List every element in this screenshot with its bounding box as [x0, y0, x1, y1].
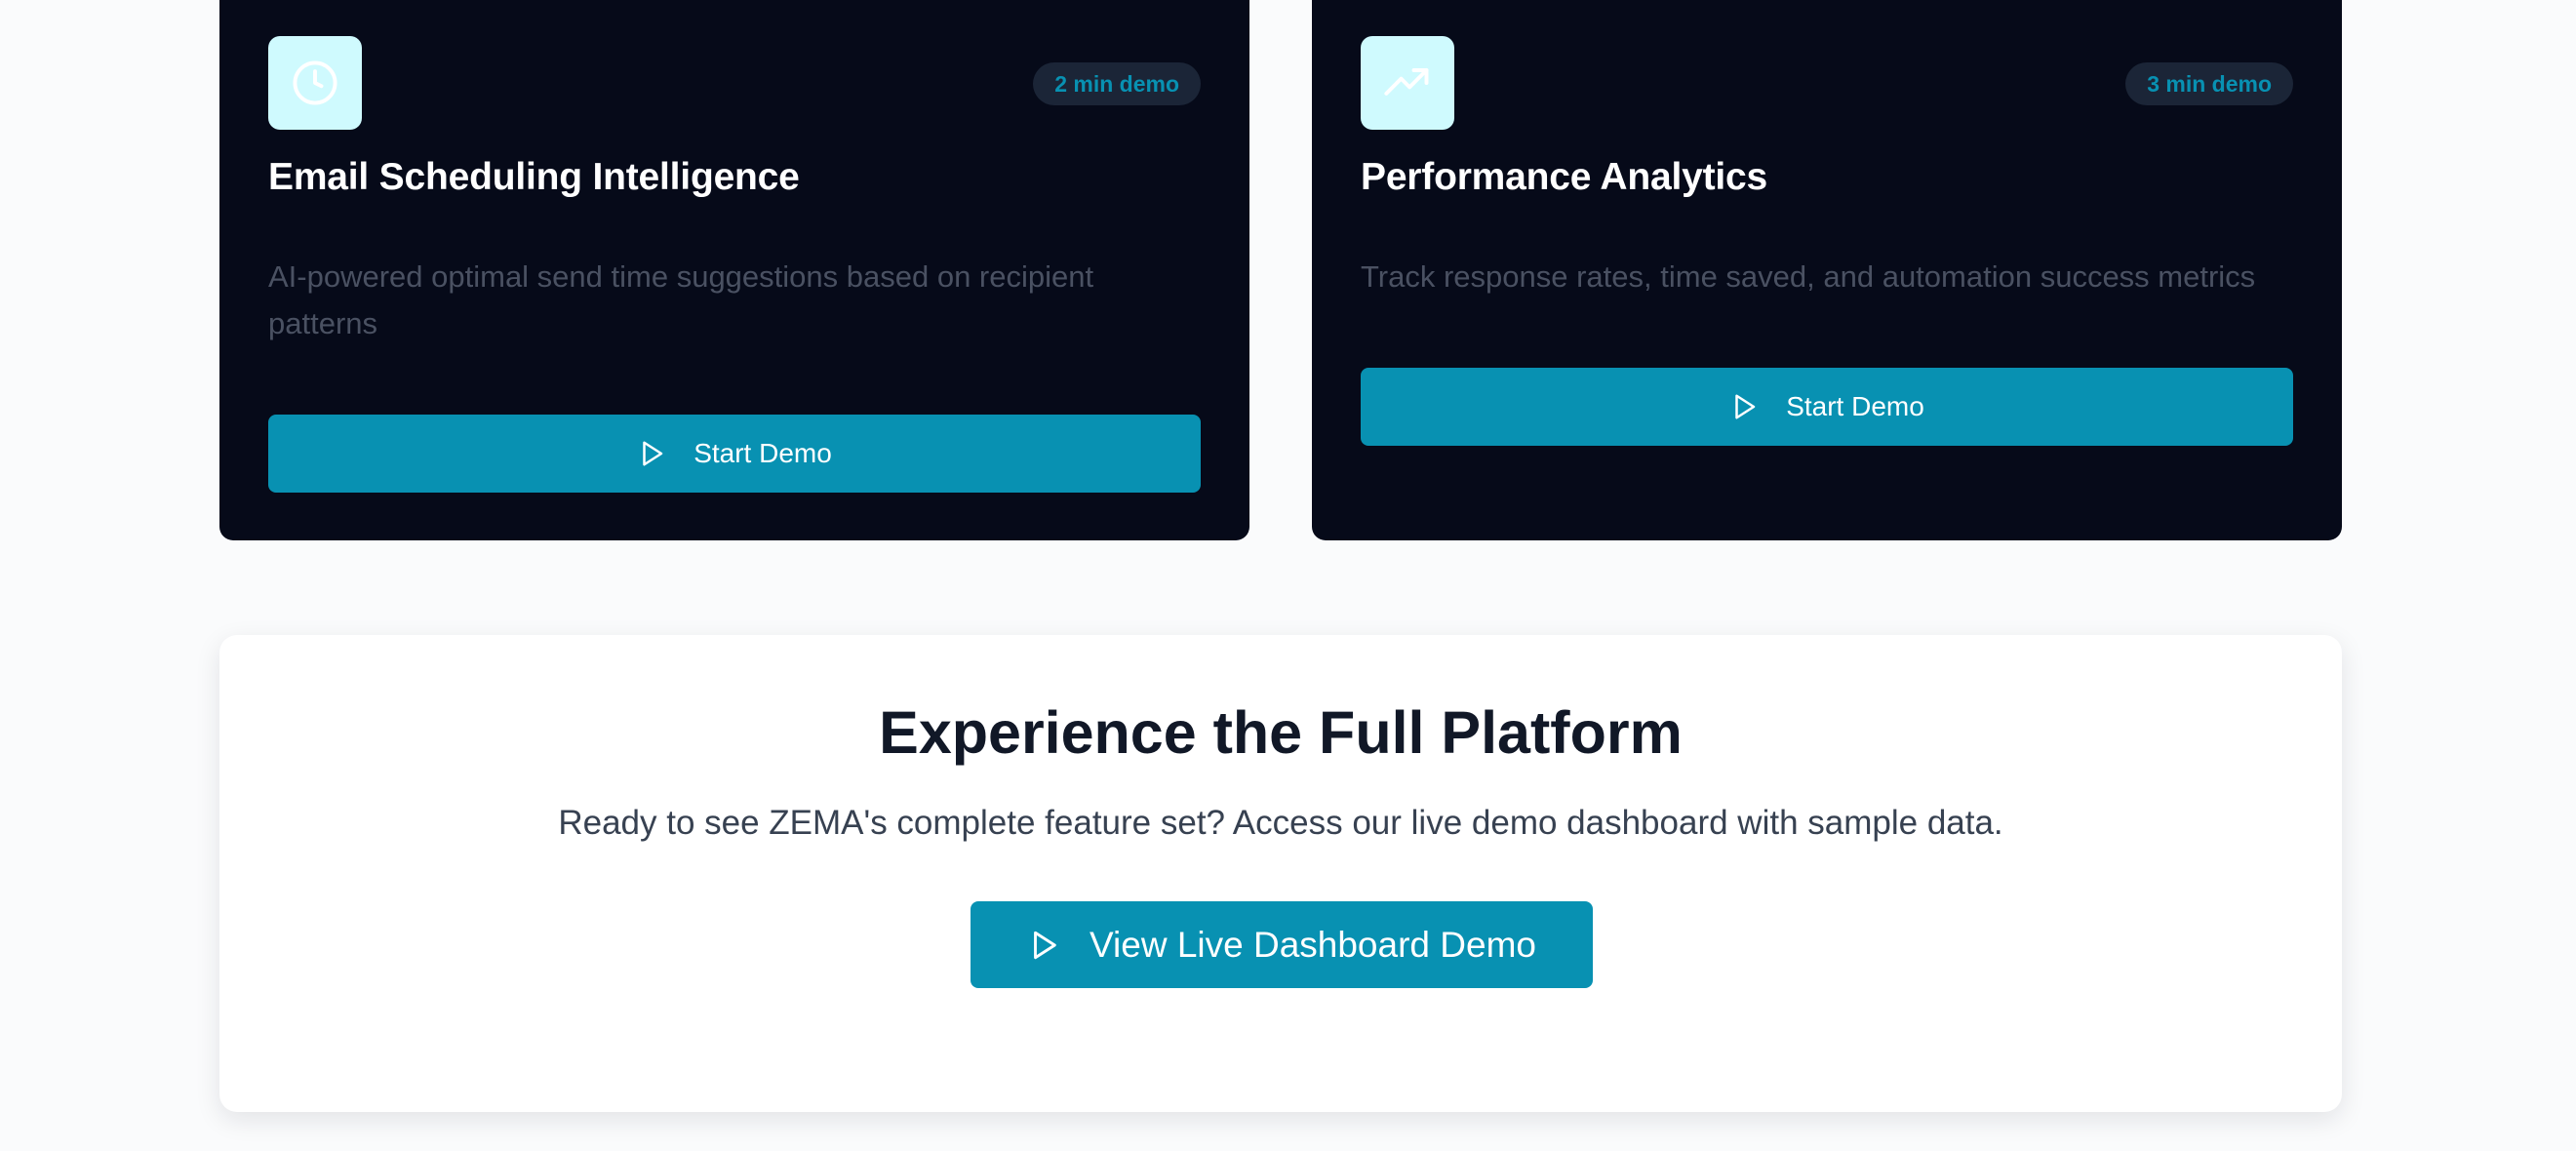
view-live-dashboard-button[interactable]: View Live Dashboard Demo	[971, 901, 1593, 988]
play-icon	[643, 441, 663, 466]
card-description: Track response rates, time saved, and au…	[1361, 259, 2256, 294]
cta-subtitle: Ready to see ZEMA's complete feature set…	[558, 804, 2003, 842]
cta-title: Experience the Full Platform	[879, 699, 1683, 766]
view-live-dashboard-label: View Live Dashboard Demo	[1090, 924, 1536, 965]
start-demo-button[interactable]: Start Demo	[1361, 368, 2293, 446]
card-description: AI-powered optimal send time suggestions…	[268, 259, 1094, 340]
start-demo-button[interactable]: Start Demo	[268, 415, 1201, 493]
demo-card-email-scheduling: 2 min demo Email Scheduling Intelligence…	[219, 0, 1249, 540]
card-title: Email Scheduling Intelligence	[268, 156, 800, 198]
start-demo-label: Start Demo	[694, 438, 832, 468]
play-icon	[1735, 394, 1756, 419]
trending-up-icon	[1361, 36, 1454, 130]
full-platform-cta: Experience the Full Platform Ready to se…	[219, 635, 2342, 1112]
clock-icon	[268, 36, 362, 130]
duration-badge: 3 min demo	[2125, 62, 2293, 105]
page: 2 min demo Email Scheduling Intelligence…	[0, 0, 2576, 1151]
demo-card-performance-analytics: 3 min demo Performance Analytics Track r…	[1312, 0, 2342, 540]
duration-badge: 2 min demo	[1033, 62, 1201, 105]
start-demo-label: Start Demo	[1786, 391, 1924, 421]
card-title: Performance Analytics	[1361, 156, 1768, 198]
play-icon	[1034, 931, 1056, 959]
